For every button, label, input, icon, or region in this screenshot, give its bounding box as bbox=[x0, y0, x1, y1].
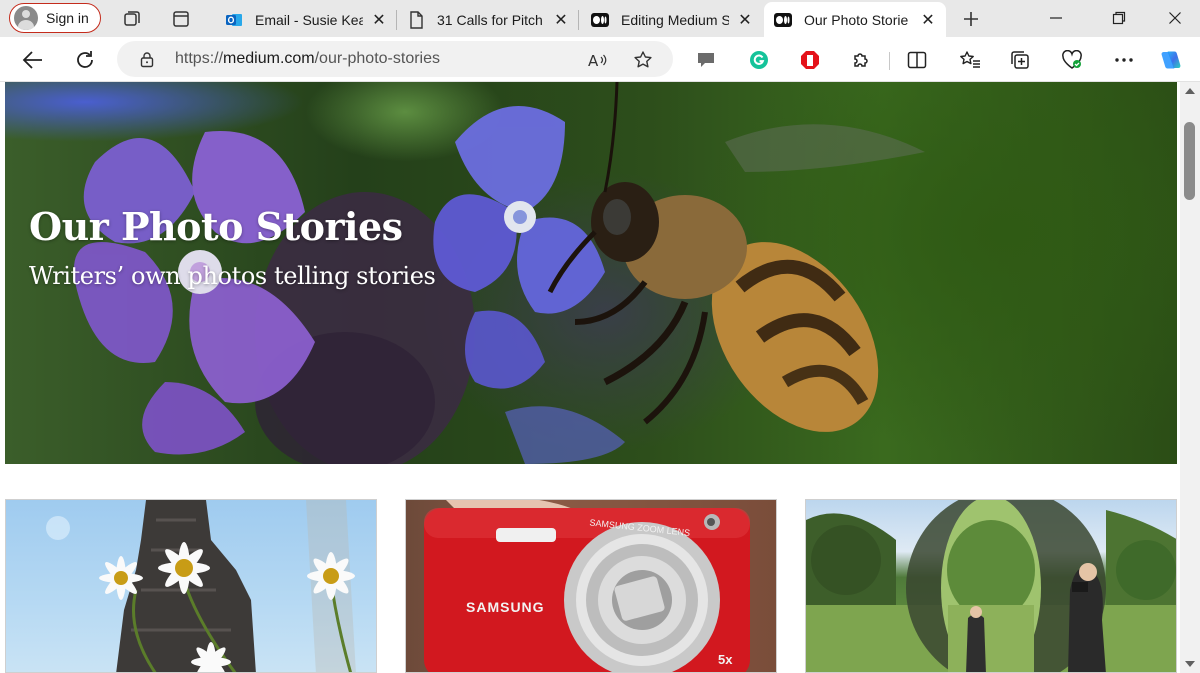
tab-editing-medium[interactable]: Editing Medium S ✕ bbox=[581, 2, 763, 37]
read-aloud-icon[interactable]: A bbox=[587, 49, 609, 71]
browser-essentials-icon[interactable] bbox=[1061, 49, 1083, 71]
tab-our-photo-stories[interactable]: Our Photo Storie ✕ bbox=[764, 2, 946, 37]
tab-actions-icon[interactable] bbox=[169, 7, 193, 31]
close-window-icon[interactable] bbox=[1160, 5, 1190, 31]
extensions-puzzle-icon[interactable] bbox=[850, 49, 872, 71]
red-camera-image: SAMSUNG SAMSUNG ZOOM LENS 5x bbox=[424, 500, 750, 672]
back-icon[interactable] bbox=[19, 47, 47, 73]
favorite-star-icon[interactable] bbox=[632, 49, 654, 71]
camera-brand-label: SAMSUNG bbox=[466, 599, 545, 615]
tab-title: Our Photo Storie bbox=[804, 11, 909, 28]
tab-strip: Sign in Email - Susie Kea ✕ 31 Calls for… bbox=[0, 0, 1200, 37]
page-title: Our Photo Stories bbox=[29, 204, 403, 249]
sign-in-label: Sign in bbox=[46, 10, 89, 26]
camera-zoom-label: 5x bbox=[718, 652, 733, 667]
medium-icon bbox=[774, 11, 792, 29]
profile-avatar-icon bbox=[14, 6, 38, 30]
address-bar[interactable]: https://medium.com/our-photo-stories A bbox=[117, 41, 673, 77]
split-screen-icon[interactable] bbox=[906, 49, 928, 71]
outlook-icon bbox=[225, 11, 243, 29]
refresh-icon[interactable] bbox=[71, 47, 99, 73]
page-scrollbar[interactable] bbox=[1180, 82, 1200, 673]
tab-title: Editing Medium S bbox=[621, 11, 729, 28]
photo-card-camera[interactable]: SAMSUNG SAMSUNG ZOOM LENS 5x bbox=[405, 499, 777, 673]
mirror-sculpture-image bbox=[806, 500, 1176, 672]
address-toolbar: https://medium.com/our-photo-stories A bbox=[0, 37, 1200, 82]
photo-card-daisies[interactable] bbox=[5, 499, 377, 673]
workspaces-icon[interactable] bbox=[120, 7, 144, 31]
new-tab-icon[interactable] bbox=[959, 7, 983, 31]
url-text[interactable]: https://medium.com/our-photo-stories bbox=[175, 50, 440, 68]
profile-sign-in-button[interactable]: Sign in bbox=[9, 3, 101, 33]
close-icon[interactable]: ✕ bbox=[371, 10, 387, 30]
restore-icon[interactable] bbox=[1104, 5, 1134, 31]
minimize-icon[interactable] bbox=[1041, 5, 1071, 31]
photo-card-sculpture[interactable] bbox=[805, 499, 1177, 673]
medium-icon bbox=[591, 11, 609, 29]
document-icon bbox=[407, 10, 425, 29]
adblock-icon[interactable] bbox=[799, 49, 821, 71]
more-options-icon[interactable] bbox=[1113, 49, 1135, 71]
favorites-icon[interactable] bbox=[959, 49, 981, 71]
tab-email[interactable]: Email - Susie Kea ✕ bbox=[215, 2, 397, 37]
scroll-down-arrow-icon[interactable] bbox=[1185, 661, 1195, 667]
tab-title: Email - Susie Kea bbox=[255, 11, 363, 28]
scroll-thumb[interactable] bbox=[1184, 122, 1195, 200]
close-icon[interactable]: ✕ bbox=[737, 10, 753, 30]
daisies-image bbox=[46, 500, 356, 672]
copilot-icon[interactable] bbox=[1160, 49, 1182, 71]
page-content: Our Photo Stories Writers’ own photos te… bbox=[0, 82, 1180, 673]
page-subtitle: Writers’ own photos telling stories bbox=[29, 262, 436, 290]
lock-icon[interactable] bbox=[139, 51, 155, 73]
scroll-up-arrow-icon[interactable] bbox=[1185, 88, 1195, 94]
svg-text:A: A bbox=[588, 52, 599, 69]
tab-calls-for-pitches[interactable]: 31 Calls for Pitch ✕ bbox=[397, 2, 579, 37]
extension-chat-icon[interactable] bbox=[695, 49, 717, 71]
close-icon[interactable]: ✕ bbox=[920, 10, 936, 30]
hero-banner: Our Photo Stories Writers’ own photos te… bbox=[5, 82, 1177, 464]
close-icon[interactable]: ✕ bbox=[553, 10, 569, 30]
tab-title: 31 Calls for Pitch bbox=[437, 11, 543, 28]
grammarly-icon[interactable] bbox=[748, 49, 770, 71]
collections-icon[interactable] bbox=[1010, 49, 1032, 71]
